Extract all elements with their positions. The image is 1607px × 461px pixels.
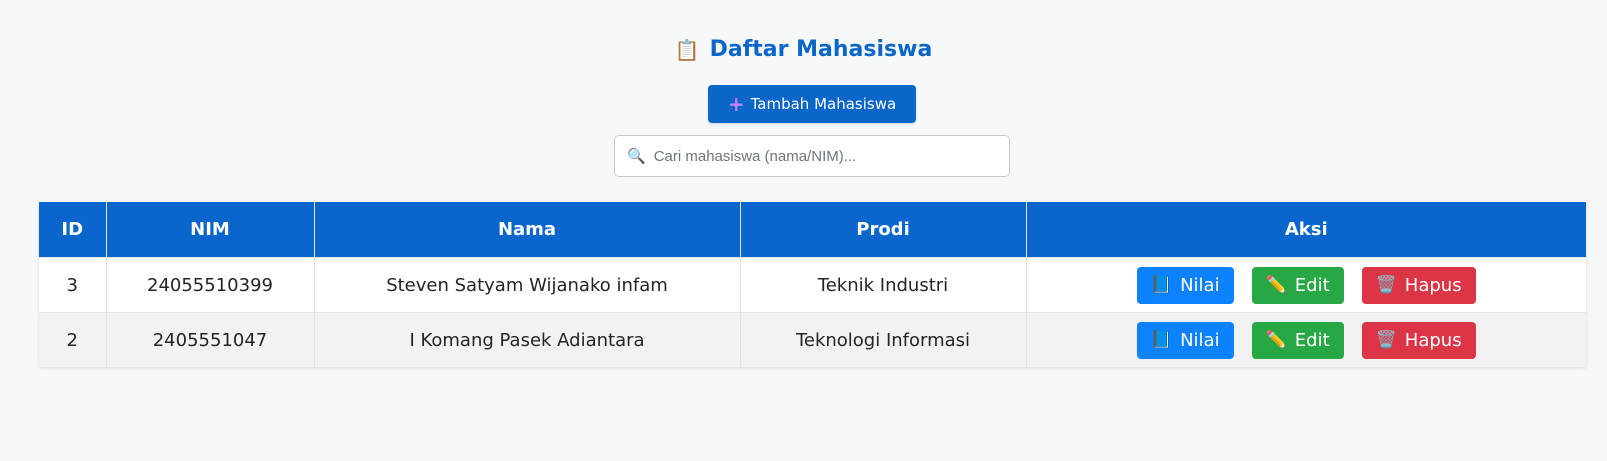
search-input[interactable] xyxy=(651,146,1009,166)
cell-nama: I Komang Pasek Adiantara xyxy=(314,312,741,367)
cell-prodi: Teknologi Informasi xyxy=(740,312,1027,367)
column-header-aksi: Aksi xyxy=(1026,202,1586,258)
nilai-button[interactable]: 📘 Nilai xyxy=(1136,266,1234,304)
cell-id: 2 xyxy=(39,312,107,367)
table-row: 3 24055510399 Steven Satyam Wijanako inf… xyxy=(39,257,1586,313)
cell-id: 3 xyxy=(39,257,107,313)
book-icon: 📘 xyxy=(1150,275,1173,295)
search-box: 🔍 xyxy=(614,135,1010,177)
cell-nim: 2405551047 xyxy=(106,312,315,367)
book-icon: 📘 xyxy=(1150,330,1173,350)
edit-button[interactable]: ✏️ Edit xyxy=(1251,321,1344,359)
trash-icon: 🗑️ xyxy=(1375,330,1397,350)
add-student-button[interactable]: + Tambah Mahasiswa xyxy=(708,85,916,123)
cell-actions: 📘 Nilai ✏️ Edit 🗑️ Hapus xyxy=(1026,257,1586,313)
delete-button[interactable]: 🗑️ Hapus xyxy=(1361,266,1476,304)
pencil-icon: ✏️ xyxy=(1265,330,1287,350)
page-title: 📋 Daftar Mahasiswa xyxy=(0,37,1607,62)
plus-icon: + xyxy=(727,92,745,116)
page-title-text: Daftar Mahasiswa xyxy=(709,37,933,62)
table-header-row: ID NIM Nama Prodi Aksi xyxy=(39,202,1586,258)
add-student-label: Tambah Mahasiswa xyxy=(750,95,897,113)
column-header-nama: Nama xyxy=(314,202,741,258)
cell-actions: 📘 Nilai ✏️ Edit 🗑️ Hapus xyxy=(1026,312,1586,367)
column-header-prodi: Prodi xyxy=(740,202,1027,258)
edit-label: Edit xyxy=(1294,329,1330,351)
pencil-icon: ✏️ xyxy=(1265,275,1287,295)
column-header-id: ID xyxy=(39,202,107,258)
nilai-label: Nilai xyxy=(1180,274,1220,296)
nilai-label: Nilai xyxy=(1180,329,1220,351)
nilai-button[interactable]: 📘 Nilai xyxy=(1136,321,1234,359)
trash-icon: 🗑️ xyxy=(1375,275,1397,295)
edit-button[interactable]: ✏️ Edit xyxy=(1251,266,1344,304)
edit-label: Edit xyxy=(1294,274,1330,296)
clipboard-icon: 📋 xyxy=(674,37,700,62)
cell-nama: Steven Satyam Wijanako infam xyxy=(314,257,741,313)
table-row: 2 2405551047 I Komang Pasek Adiantara Te… xyxy=(39,312,1586,367)
hapus-label: Hapus xyxy=(1404,329,1462,351)
hapus-label: Hapus xyxy=(1404,274,1462,296)
delete-button[interactable]: 🗑️ Hapus xyxy=(1361,321,1476,359)
cell-nim: 24055510399 xyxy=(106,257,315,313)
search-icon: 🔍 xyxy=(627,147,646,165)
student-table: ID NIM Nama Prodi Aksi 3 24055510399 Ste… xyxy=(39,202,1586,367)
cell-prodi: Teknik Industri xyxy=(740,257,1027,313)
column-header-nim: NIM xyxy=(106,202,315,258)
